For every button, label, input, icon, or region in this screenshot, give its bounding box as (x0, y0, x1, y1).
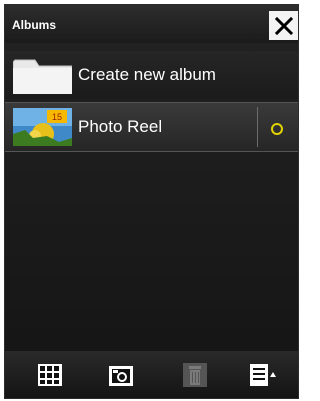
delete-button[interactable] (180, 360, 210, 390)
circle-icon[interactable] (271, 123, 283, 135)
window-title: Albums (12, 18, 57, 32)
divider (257, 107, 258, 147)
grid-view-button[interactable] (35, 360, 65, 390)
trash-icon (183, 363, 207, 387)
camera-icon (109, 366, 133, 386)
close-icon (274, 16, 293, 35)
create-new-album-item[interactable]: Create new album (5, 51, 298, 99)
title-bar: Albums (5, 5, 298, 43)
grid-icon (38, 364, 62, 386)
close-button[interactable] (269, 11, 298, 40)
list-menu-icon (250, 364, 276, 386)
photo-reel-item[interactable]: 15 Photo Reel (5, 102, 298, 152)
menu-button[interactable] (248, 360, 278, 390)
camera-button[interactable] (106, 360, 136, 390)
photo-thumbnail-icon: 15 (13, 108, 72, 146)
album-badge: 15 (52, 112, 62, 122)
album-label: Photo Reel (78, 117, 163, 136)
albums-window: Albums Create new album 15 Photo Reel (4, 4, 299, 399)
folder-icon (13, 59, 72, 94)
bottom-toolbar (5, 351, 298, 398)
album-label: Create new album (78, 65, 216, 84)
